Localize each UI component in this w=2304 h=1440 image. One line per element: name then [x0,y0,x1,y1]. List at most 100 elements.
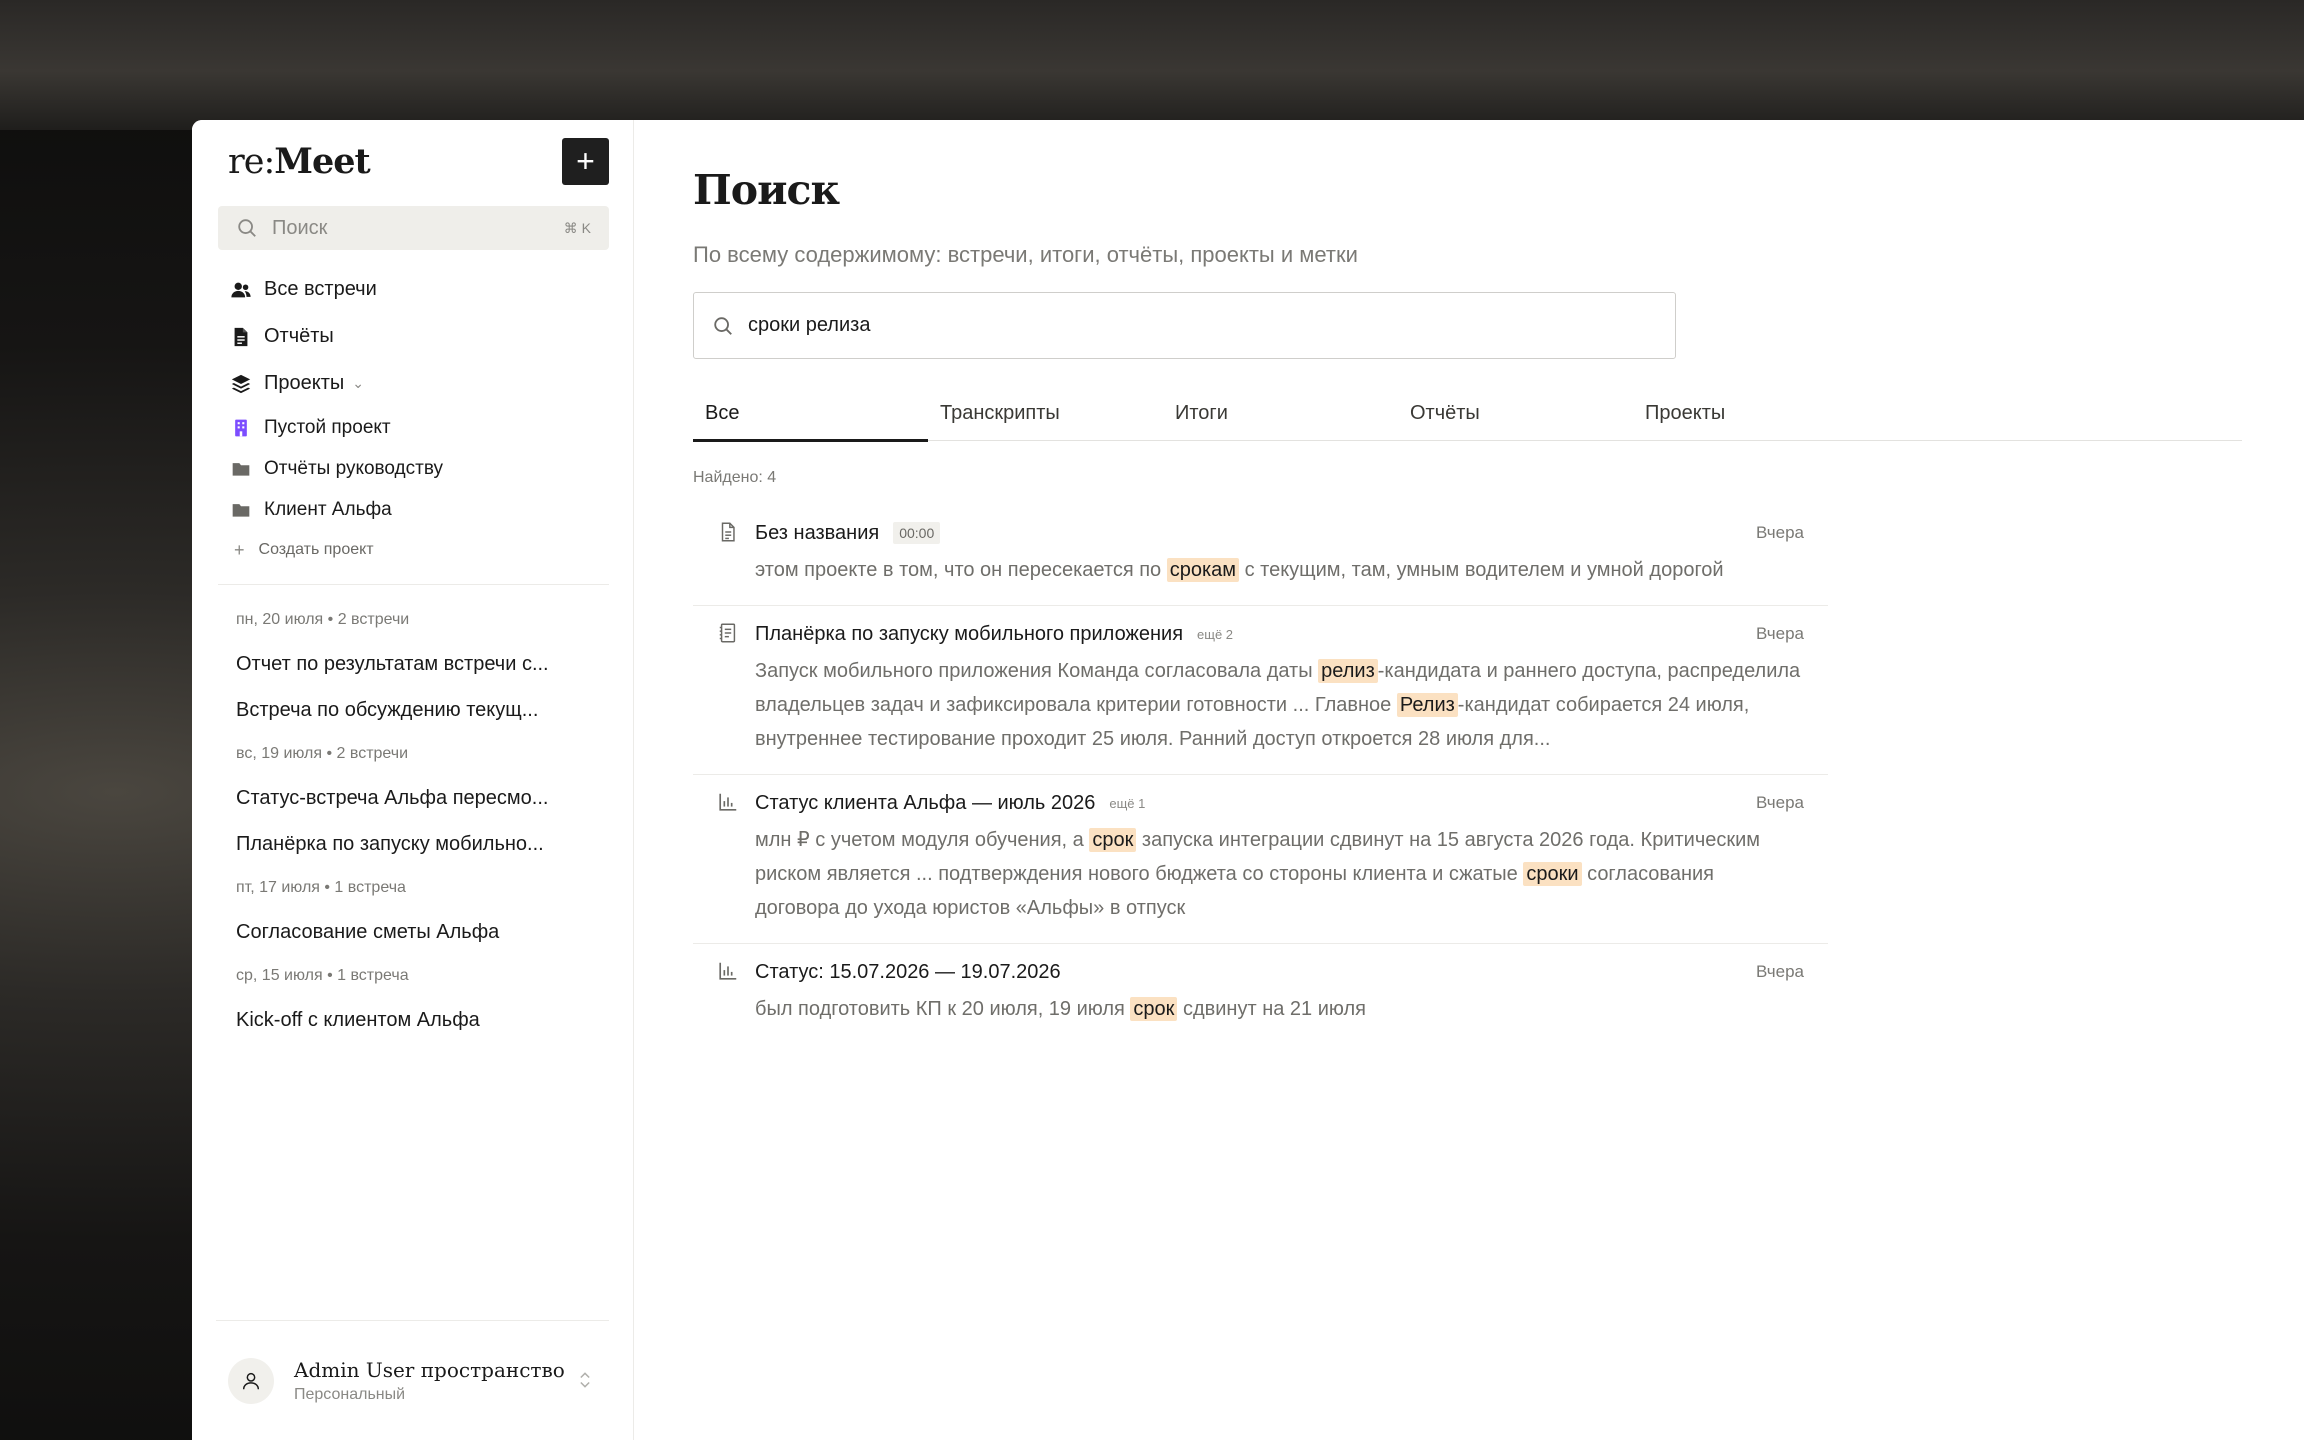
result-body: Планёрка по запуску мобильного приложени… [755,620,1804,756]
tab-all[interactable]: Все [693,385,928,442]
avatar [228,1357,274,1404]
tab-summaries[interactable]: Итоги [1163,385,1398,441]
app-logo[interactable]: re:Meet [228,140,371,182]
result-snippet: этом проекте в том, что он пересекается … [755,553,1804,587]
chevron-updown-icon[interactable] [575,1368,595,1393]
search-result[interactable]: Статус: 15.07.2026 — 19.07.2026 Вчера бы… [693,944,1828,1044]
result-snippet: Запуск мобильного приложения Команда сог… [755,654,1804,756]
recent-meeting-item[interactable]: Планёрка по запуску мобильно... [218,821,609,867]
result-body: Без названия 00:00 Вчера этом проекте в … [755,519,1804,587]
sidebar-item-reports[interactable]: Отчёты [218,313,609,360]
sidebar: re:Meet + Поиск ⌘ K Все встречи Отчёты П… [192,120,634,1440]
result-title: Статус: 15.07.2026 — 19.07.2026 [755,960,1061,983]
tab-reports[interactable]: Отчёты [1398,385,1633,441]
result-body: Статус: 15.07.2026 — 19.07.2026 Вчера бы… [755,958,1804,1026]
app-window: re:Meet + Поиск ⌘ K Все встречи Отчёты П… [192,120,2304,1440]
sidebar-divider [218,584,609,585]
main-content: Поиск По всему содержимому: встречи, ито… [634,120,2304,1440]
sidebar-item-projects[interactable]: Проекты ⌄ [218,360,609,407]
result-body: Статус клиента Альфа — июль 2026 ещё 1 В… [755,789,1804,925]
result-date: Вчера [1756,523,1804,542]
match-highlight: релиз [1318,659,1378,683]
snippet-text: этом проекте в том, что он пересекается … [755,559,1167,581]
report-chart-icon [719,793,737,811]
workspace-name: Admin User пространство [294,1357,565,1382]
search-input[interactable]: сроки релиза [693,292,1676,359]
search-result[interactable]: Планёрка по запуску мобильного приложени… [693,606,1828,775]
result-header: Статус клиента Альфа — июль 2026 ещё 1 В… [755,789,1804,817]
result-snippet: был подготовить КП к 20 июля, 19 июля ср… [755,992,1804,1026]
sidebar-nav: Все встречи Отчёты Проекты ⌄ Пустой прое… [218,266,609,570]
project-label: Клиент Альфа [264,498,392,520]
report-chart-icon [719,962,737,980]
workspace-switcher[interactable]: Admin User пространство Персональный [216,1320,609,1440]
sidebar-search-placeholder: Поиск [272,216,328,239]
search-tabs: Все Транскрипты Итоги Отчёты Проекты [693,385,2242,442]
result-date: Вчера [1756,793,1804,812]
sidebar-item-label: Проекты [264,372,345,394]
result-title: Планёрка по запуску мобильного приложени… [755,622,1184,645]
recent-date-header: пн, 20 июля • 2 встречи [236,611,410,628]
match-highlight: срок [1130,997,1178,1021]
results-count: Найдено: 4 [693,469,777,486]
workspace-info: Admin User пространство Персональный [294,1358,565,1404]
sidebar-project-client-alpha[interactable]: Клиент Альфа [218,489,609,530]
desktop-background [0,0,2304,130]
search-shortcut: ⌘ K [563,219,591,236]
snippet-text: был подготовить КП к 20 июля, 19 июля [755,998,1131,1020]
new-meeting-button[interactable]: + [562,137,609,185]
tab-transcripts[interactable]: Транскрипты [928,385,1163,441]
search-icon [238,219,256,237]
search-result[interactable]: Статус клиента Альфа — июль 2026 ещё 1 В… [693,775,1828,944]
project-label: Отчёты руководству [264,457,444,479]
page-title: Поиск [693,166,840,214]
snippet-text: Запуск мобильного приложения Команда сог… [755,660,1319,682]
search-result[interactable]: Без названия 00:00 Вчера этом проекте в … [693,505,1828,606]
chevron-down-icon[interactable]: ⌄ [352,375,364,392]
result-title: Статус клиента Альфа — июль 2026 [755,791,1096,814]
recent-date-header: ср, 15 июля • 1 встреча [236,967,409,984]
result-snippet: млн ₽ с учетом модуля обучения, а срок з… [755,823,1804,925]
more-matches-badge: ещё 1 [1109,795,1146,811]
project-label: Пустой проект [264,416,391,438]
transcript-icon [721,522,735,542]
sidebar-item-label: Отчёты [264,325,334,347]
sidebar-project-management-reports[interactable]: Отчёты руководству [218,448,609,489]
snippet-text: сдвинут на 21 июля [1177,998,1366,1020]
recent-meeting-item[interactable]: Статус-встреча Альфа пересмо... [218,775,609,821]
workspace-type: Персональный [294,1385,406,1403]
match-highlight: срокам [1166,558,1240,582]
result-header: Статус: 15.07.2026 — 19.07.2026 Вчера [755,958,1804,986]
recent-meeting-item[interactable]: Согласование сметы Альфа [218,909,609,955]
sidebar-header: re:Meet + [218,120,609,202]
logo-bold: Meet [274,140,370,182]
result-header: Планёрка по запуску мобильного приложени… [755,620,1804,648]
create-project-button[interactable]: + Создать проект [218,530,609,570]
search-query: сроки релиза [748,314,871,336]
sidebar-search[interactable]: Поиск ⌘ K [218,206,609,250]
document-icon [230,326,252,348]
sidebar-project-empty[interactable]: Пустой проект [218,407,609,448]
result-date: Вчера [1756,624,1804,643]
recent-meeting-item[interactable]: Встреча по обсуждению текущ... [218,687,609,733]
snippet-text: млн ₽ с учетом модуля обучения, а [755,829,1090,851]
match-highlight: сроки [1523,862,1582,886]
folder-icon [230,499,252,521]
recent-meeting-item[interactable]: Kick-off с клиентом Альфа [218,997,609,1043]
recent-meeting-item[interactable]: Отчет по результатам встречи с... [218,641,609,687]
sidebar-item-label: Все встречи [264,278,377,300]
recent-meetings: пн, 20 июля • 2 встречи Отчет по результ… [218,599,609,1043]
folder-icon [230,458,252,480]
page-subtitle: По всему содержимому: встречи, итоги, от… [693,242,1358,267]
result-header: Без названия 00:00 Вчера [755,519,1804,547]
summary-icon [719,623,736,643]
more-matches-badge: ещё 2 [1197,626,1234,642]
logo-light: re: [228,141,275,182]
sidebar-item-all-meetings[interactable]: Все встречи [218,266,609,313]
search-results: Без названия 00:00 Вчера этом проекте в … [693,505,1828,1044]
match-highlight: срок [1089,828,1137,852]
search-icon [714,316,732,335]
tab-projects[interactable]: Проекты [1633,385,1868,441]
snippet-text: с текущим, там, умным водителем и умной … [1239,559,1724,581]
recent-date-header: пт, 17 июля • 1 встреча [236,879,406,896]
